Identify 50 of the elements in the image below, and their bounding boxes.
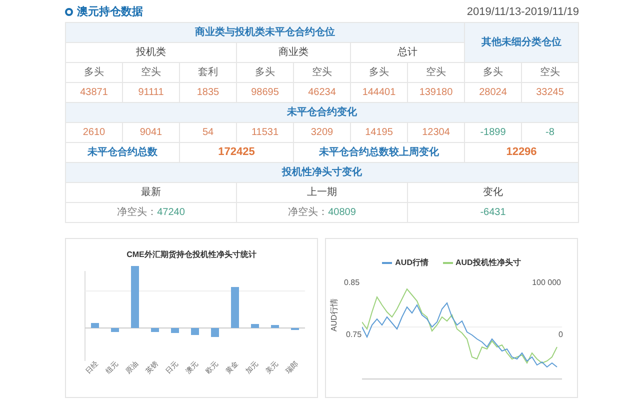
header-cell: 多头 xyxy=(236,62,294,82)
axis-tick: 100 000 xyxy=(532,277,561,289)
bar xyxy=(250,324,258,328)
section-title: 澳元持仓数据 xyxy=(77,4,143,20)
header-cell: 未平仓合约变化 xyxy=(66,102,578,122)
table-cell: -1899 xyxy=(464,122,522,142)
header-cell: 空头 xyxy=(294,62,350,82)
table-cell: -8 xyxy=(522,122,578,142)
legend-label: AUD行情 xyxy=(395,257,428,269)
bar xyxy=(190,328,198,335)
header-cell: 投机性净头寸变化 xyxy=(66,162,578,182)
header-cell: 其他未细分类仓位 xyxy=(464,22,578,62)
header-cell: 空头 xyxy=(408,62,464,82)
axis-tick: 0 xyxy=(558,329,563,341)
header-cell: 空头 xyxy=(522,62,578,82)
axis-label: AUD行情 xyxy=(328,298,340,332)
bar xyxy=(270,325,278,328)
axis-tick: 0.75 xyxy=(346,329,362,341)
bar xyxy=(90,323,98,328)
header-cell: 多头 xyxy=(66,62,122,82)
bar xyxy=(150,328,158,332)
table-cell: 3209 xyxy=(294,122,350,142)
header-cell: 商业类 xyxy=(236,42,350,62)
legend-label: AUD投机性净头寸 xyxy=(456,257,521,269)
header-cell: 变化 xyxy=(408,182,578,202)
header-cell: 商业类与投机类未平仓合约仓位 xyxy=(66,22,464,42)
header-cell: 多头 xyxy=(350,62,408,82)
bar xyxy=(110,328,118,332)
header-cell: 上一期 xyxy=(236,182,408,202)
header-cell: 多头 xyxy=(464,62,522,82)
table-cell: 9041 xyxy=(122,122,180,142)
table-cell: 净空头：40809 xyxy=(236,202,408,222)
header-cell: 最新 xyxy=(66,182,236,202)
table-cell: -6431 xyxy=(408,202,578,222)
table-cell: 12304 xyxy=(408,122,464,142)
header-cell: 空头 xyxy=(122,62,180,82)
bar xyxy=(130,266,138,328)
table-cell: 14195 xyxy=(350,122,408,142)
table-cell: 11531 xyxy=(236,122,294,142)
header-cell: 投机类 xyxy=(66,42,236,62)
table-cell: 2610 xyxy=(66,122,122,142)
date-range: 2019/11/13-2019/11/19 xyxy=(466,4,579,20)
axis-tick: 0.85 xyxy=(344,277,360,289)
table-cell: 净空头：47240 xyxy=(66,202,236,222)
bar xyxy=(170,328,178,333)
bar xyxy=(230,287,238,328)
chart-title: CME外汇期货持仓投机性净头寸统计 xyxy=(126,249,256,261)
bar xyxy=(210,328,218,337)
table-cell: 54 xyxy=(180,122,236,142)
header-cell: 套利 xyxy=(180,62,236,82)
